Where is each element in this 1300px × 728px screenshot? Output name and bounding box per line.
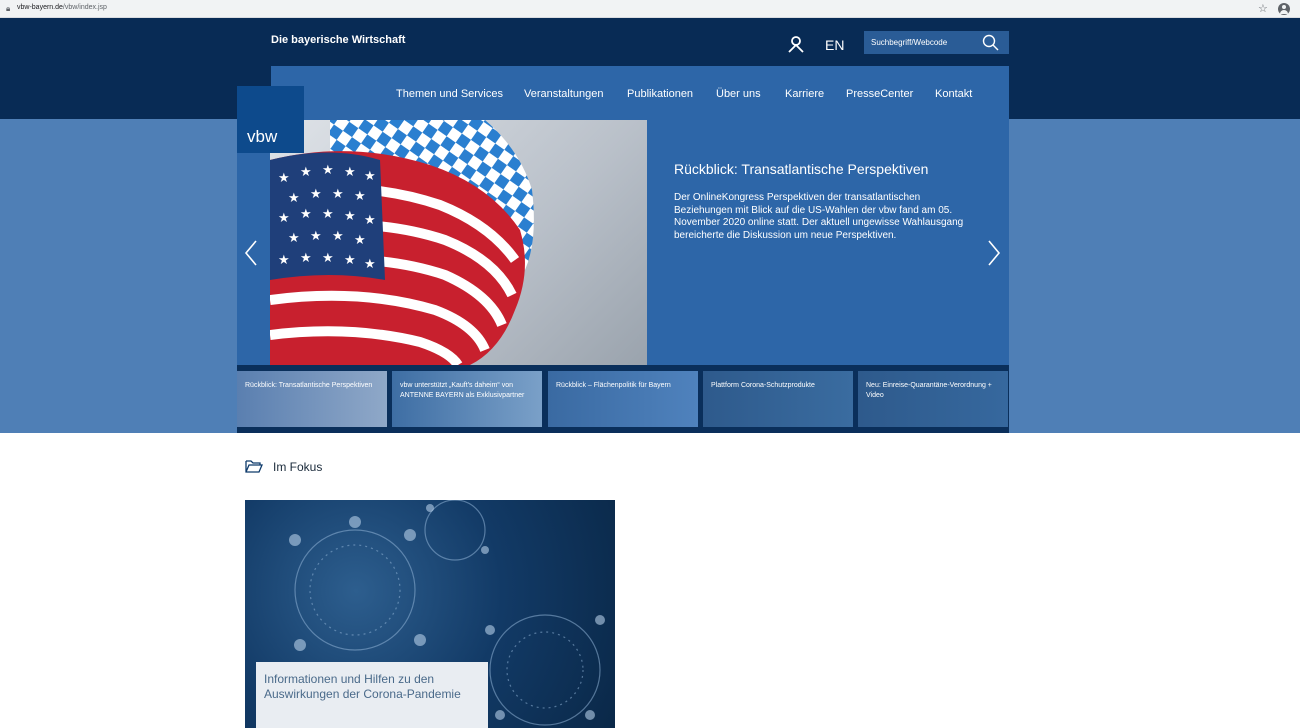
- svg-text:★: ★: [344, 165, 356, 180]
- thumb-label: vbw unterstützt „Kauft's daheim“ von ANT…: [400, 382, 525, 399]
- svg-text:★: ★: [322, 251, 334, 266]
- hero-description: Der OnlineKongress Perspektiven der tran…: [674, 192, 964, 241]
- svg-text:★: ★: [354, 189, 366, 204]
- svg-text:★: ★: [310, 229, 322, 244]
- svg-text:★: ★: [364, 213, 376, 228]
- svg-text:★: ★: [300, 165, 312, 180]
- thumb-kaufts-daheim[interactable]: vbw unterstützt „Kauft's daheim“ von ANT…: [392, 371, 542, 427]
- thumb-label: Rückblick: Transatlantische Perspektiven: [245, 382, 373, 389]
- account-icon[interactable]: [1278, 3, 1290, 15]
- svg-text:★: ★: [332, 229, 344, 244]
- vbw-logo[interactable]: vbw: [237, 86, 304, 153]
- svg-text:★: ★: [322, 207, 334, 222]
- svg-text:★: ★: [322, 163, 334, 178]
- thumb-flaechenpolitik[interactable]: Rückblick – Flächenpolitik für Bayern: [548, 371, 698, 427]
- svg-text:★: ★: [344, 209, 356, 224]
- svg-text:★: ★: [364, 169, 376, 184]
- search-icon[interactable]: [982, 34, 999, 51]
- language-switch[interactable]: EN: [825, 37, 844, 53]
- folder-open-icon: [245, 460, 263, 473]
- hero-image[interactable]: ★ ★ ★ ★ ★ ★ ★ ★ ★ ★ ★ ★ ★ ★ ★ ★ ★ ★ ★ ★ ★ ★ ★: [270, 120, 647, 365]
- search-box[interactable]: [864, 31, 1009, 54]
- section-title: Im Fokus: [273, 460, 323, 474]
- svg-text:★: ★: [278, 171, 290, 186]
- slider-prev-arrow-icon[interactable]: [241, 238, 261, 268]
- svg-text:★: ★: [310, 187, 322, 202]
- nav-item-karriere[interactable]: Karriere: [785, 88, 824, 100]
- svg-text:★: ★: [332, 187, 344, 202]
- nav-item-themen[interactable]: Themen und Services: [396, 88, 503, 100]
- svg-text:★: ★: [300, 251, 312, 266]
- flags-illustration: ★ ★ ★ ★ ★ ★ ★ ★ ★ ★ ★ ★ ★ ★ ★ ★ ★ ★ ★ ★ ★ ★ ★: [270, 120, 534, 365]
- hero-title[interactable]: Rückblick: Transatlantische Perspektiven: [674, 161, 928, 177]
- nav-item-kontakt[interactable]: Kontakt: [935, 88, 972, 100]
- thumb-corona-schutzprodukte[interactable]: Plattform Corona-Schutzprodukte: [703, 371, 853, 427]
- user-icon[interactable]: [787, 35, 805, 53]
- hero-text-panel: [647, 120, 1009, 365]
- main-navigation: Themen und Services Veranstaltungen Publ…: [271, 66, 1009, 120]
- svg-text:★: ★: [288, 231, 300, 246]
- svg-text:★: ★: [278, 211, 290, 226]
- svg-text:★: ★: [300, 207, 312, 222]
- url-text[interactable]: vbw-bayern.de/vbw/index.jsp: [17, 4, 107, 11]
- card-caption[interactable]: Informationen und Hilfen zu den Auswirku…: [256, 662, 488, 728]
- thumb-label: Plattform Corona-Schutzprodukte: [711, 382, 815, 389]
- logo-text: vbw: [247, 127, 278, 146]
- svg-text:★: ★: [344, 253, 356, 268]
- thumb-quarantaene-verordnung[interactable]: Neu: Einreise-Quarantäne-Verordnung + Vi…: [858, 371, 1008, 427]
- brand-tagline[interactable]: Die bayerische Wirtschaft: [271, 34, 405, 46]
- bookmark-star-icon[interactable]: ☆: [1258, 2, 1268, 15]
- slider-thumbnails: Rückblick: Transatlantische Perspektiven…: [237, 365, 1009, 433]
- lock-icon: 🔒︎: [6, 4, 11, 13]
- slider-next-arrow-icon[interactable]: [984, 238, 1004, 268]
- svg-text:★: ★: [288, 191, 300, 206]
- browser-address-bar[interactable]: 🔒︎ vbw-bayern.de/vbw/index.jsp ☆: [0, 0, 1300, 18]
- thumb-label: Rückblick – Flächenpolitik für Bayern: [556, 382, 671, 389]
- search-input[interactable]: [864, 31, 984, 54]
- thumb-transatlantisch[interactable]: Rückblick: Transatlantische Perspektiven: [237, 371, 387, 427]
- svg-text:★: ★: [354, 233, 366, 248]
- thumb-label: Neu: Einreise-Quarantäne-Verordnung + Vi…: [866, 382, 992, 399]
- nav-item-ueber-uns[interactable]: Über uns: [716, 88, 761, 100]
- svg-text:★: ★: [278, 253, 290, 268]
- nav-item-pressecenter[interactable]: PresseCenter: [846, 88, 913, 100]
- nav-item-publikationen[interactable]: Publikationen: [627, 88, 693, 100]
- nav-item-veranstaltungen[interactable]: Veranstaltungen: [524, 88, 604, 100]
- svg-text:★: ★: [364, 257, 376, 272]
